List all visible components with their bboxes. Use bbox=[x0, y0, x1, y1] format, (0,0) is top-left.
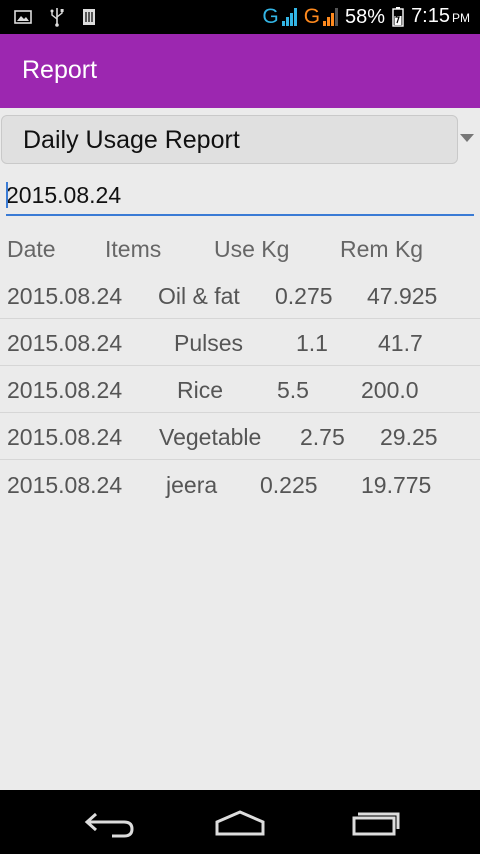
cell-item: Oil & fat bbox=[158, 283, 240, 309]
cell-rem-kg: 200.0 bbox=[361, 377, 419, 403]
home-icon[interactable] bbox=[205, 802, 275, 842]
battery-percent: 58% bbox=[345, 6, 386, 28]
cell-use-kg: 0.275 bbox=[275, 283, 333, 309]
cell-rem-kg: 19.775 bbox=[361, 472, 432, 498]
back-icon[interactable] bbox=[72, 802, 142, 842]
cell-rem-kg: 47.925 bbox=[367, 283, 438, 309]
recents-icon[interactable] bbox=[340, 802, 410, 842]
clock-ampm: PM bbox=[452, 11, 470, 25]
cell-date: 2015.08.24 bbox=[7, 283, 123, 309]
cell-date: 2015.08.24 bbox=[7, 424, 123, 450]
cell-date: 2015.08.24 bbox=[7, 472, 123, 498]
header-use-kg: Use Kg bbox=[214, 236, 290, 262]
cell-date: 2015.08.24 bbox=[7, 330, 123, 356]
spinner-selected-value: Daily Usage Report bbox=[23, 126, 240, 154]
row-divider bbox=[0, 459, 480, 460]
clock: 7:15 PM bbox=[411, 3, 470, 31]
battery-icon bbox=[392, 7, 404, 27]
usb-icon bbox=[50, 8, 64, 27]
cell-use-kg: 1.1 bbox=[296, 330, 328, 356]
header-rem-kg: Rem Kg bbox=[340, 236, 424, 262]
cell-item: Pulses bbox=[174, 330, 244, 356]
header-items: Items bbox=[105, 236, 162, 262]
signal-icon-2 bbox=[323, 8, 339, 26]
header-date: Date bbox=[7, 236, 56, 262]
row-divider bbox=[0, 318, 480, 319]
cell-use-kg: 2.75 bbox=[300, 424, 345, 450]
cell-use-kg: 0.225 bbox=[260, 472, 318, 498]
network-type-1: G bbox=[262, 5, 279, 28]
date-input[interactable] bbox=[6, 176, 474, 216]
clock-time: 7:15 bbox=[411, 5, 450, 27]
cell-use-kg: 5.5 bbox=[277, 377, 309, 403]
cell-rem-kg: 41.7 bbox=[378, 330, 423, 356]
row-divider bbox=[0, 365, 480, 366]
image-icon bbox=[14, 10, 32, 24]
cell-item: Vegetable bbox=[159, 424, 262, 450]
page-title: Report bbox=[22, 56, 98, 84]
cell-item: Rice bbox=[177, 377, 224, 403]
report-type-spinner[interactable]: Daily Usage Report bbox=[1, 115, 458, 164]
dropdown-arrow-icon[interactable] bbox=[460, 134, 474, 142]
signal-icon bbox=[281, 8, 297, 26]
network-type-2: G bbox=[303, 5, 321, 28]
cell-item: jeera bbox=[166, 472, 218, 498]
sim-icon bbox=[83, 9, 95, 25]
cell-rem-kg: 29.25 bbox=[380, 424, 438, 450]
app-bar: Report bbox=[0, 34, 480, 108]
status-bar: G G 58% 7:15 PM bbox=[0, 0, 480, 34]
cell-date: 2015.08.24 bbox=[7, 377, 123, 403]
text-cursor bbox=[6, 182, 8, 208]
row-divider bbox=[0, 412, 480, 413]
navigation-bar bbox=[0, 790, 480, 854]
